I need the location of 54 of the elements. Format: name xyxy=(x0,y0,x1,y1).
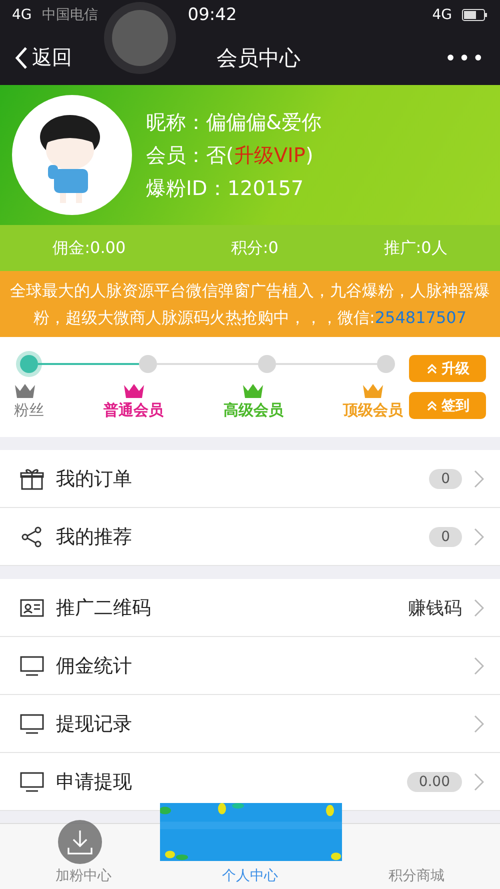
level-name: 高级会员 xyxy=(223,400,284,420)
download-icon xyxy=(66,828,94,856)
id-label: 爆粉ID： xyxy=(146,176,228,200)
count-badge: 0.00 xyxy=(406,772,462,792)
menu-row[interactable]: 推广二维码 赚钱码 xyxy=(0,579,500,637)
closing-paren: ) xyxy=(305,142,314,166)
count-badge: 0 xyxy=(429,468,462,488)
stat-text: 佣金:0.00 xyxy=(52,238,126,258)
gift-icon xyxy=(20,468,44,490)
level-name: 顶级会员 xyxy=(342,400,403,420)
share-icon xyxy=(20,526,44,548)
count-badge: 0 xyxy=(429,526,462,546)
chevron-right-icon xyxy=(474,470,484,488)
menu-row[interactable]: 我的订单 0 xyxy=(0,450,500,508)
nickname: 偏偏偏&爱你 xyxy=(206,110,322,134)
member-status: 否( xyxy=(206,142,234,166)
menu-label: 申请提现 xyxy=(56,770,133,794)
chevron-left-icon xyxy=(14,46,28,70)
id-card-icon xyxy=(20,596,44,618)
level-name: 粉丝 xyxy=(14,400,44,420)
carrier-name: 中国电信 xyxy=(42,6,98,24)
stat-text: 推广:0人 xyxy=(384,238,448,258)
menu-label: 提现记录 xyxy=(56,712,133,736)
monitor-icon xyxy=(20,770,44,792)
chevron-right-icon xyxy=(474,656,484,674)
chevron-right-icon xyxy=(474,598,484,616)
member-label: 会员： xyxy=(146,142,206,166)
battery-icon xyxy=(462,9,488,21)
menu-row[interactable]: 我的推荐 0 xyxy=(0,508,500,566)
nickname-label: 昵称： xyxy=(146,110,206,134)
monitor-icon xyxy=(20,654,44,676)
menu-label: 推广二维码 xyxy=(56,596,152,620)
menu-label: 佣金统计 xyxy=(56,654,133,678)
chevron-right-icon xyxy=(474,772,484,790)
menu-label: 我的推荐 xyxy=(56,524,133,550)
stat-text: 积分:0 xyxy=(230,238,278,258)
menu-row[interactable]: 佣金统计 xyxy=(0,637,500,695)
user-id: 120157 xyxy=(227,176,304,200)
signal-text: 4G xyxy=(12,7,32,23)
network-text: 4G xyxy=(432,7,452,23)
chevron-right-icon xyxy=(474,528,484,546)
double-chevron-up-icon xyxy=(426,400,438,412)
chevron-right-icon xyxy=(474,714,484,732)
more-button[interactable]: ••• xyxy=(444,46,486,70)
menu-value: 赚钱码 xyxy=(408,596,462,620)
monitor-icon xyxy=(20,712,44,734)
level-name: 普通会员 xyxy=(104,400,164,420)
back-button[interactable]: 返回 xyxy=(14,44,72,71)
notice-text: 全球最大的人脉资源平台微信弹窗广告植入，九谷爆粉，人脉神器爆粉，超级大微商人脉源码火热抢购中，，，微信:254817507 xyxy=(10,281,490,327)
double-chevron-up-icon xyxy=(426,362,438,374)
page-title: 会员中心 xyxy=(216,44,300,72)
menu-label: 我的订单 xyxy=(56,466,133,492)
menu-row[interactable]: 提现记录 xyxy=(0,695,500,753)
status-time: 09:42 xyxy=(188,5,237,25)
